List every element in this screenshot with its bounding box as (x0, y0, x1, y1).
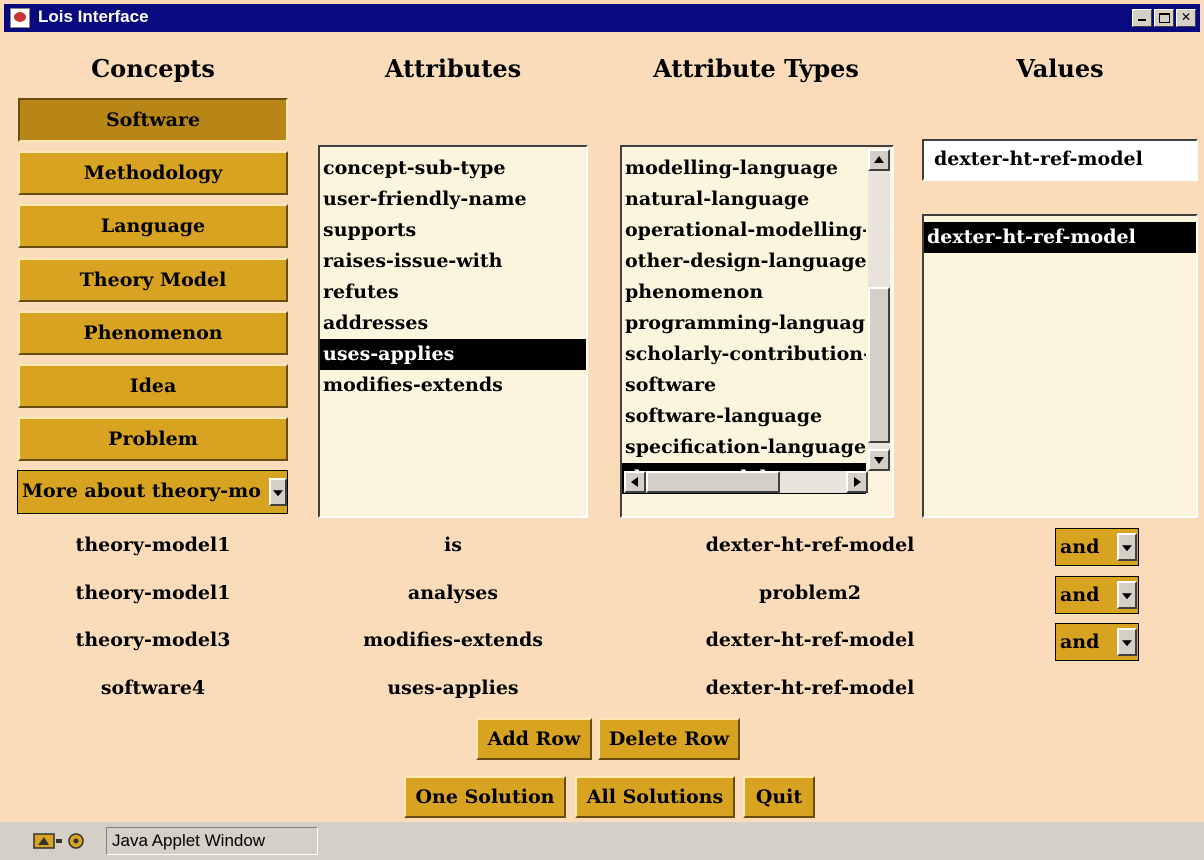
value-list-item[interactable]: dexter-ht-ref-model (924, 222, 1196, 253)
scroll-right-icon[interactable] (846, 471, 868, 493)
minimize-icon (1138, 19, 1146, 21)
maximize-button[interactable] (1154, 9, 1174, 27)
java-applet-icon (10, 8, 30, 28)
more-about-select[interactable]: More about theory-mo (17, 470, 288, 514)
attribute-type-list-item[interactable]: programming-languag (622, 308, 866, 339)
delete-row-button[interactable]: Delete Row (598, 718, 740, 760)
attribute-types-list[interactable]: modelling-language natural-language operat… (620, 145, 894, 518)
concept-button-phenomenon[interactable]: Phenomenon (18, 311, 288, 355)
hscrollbar-thumb[interactable] (646, 471, 780, 493)
concept-button-theory-model[interactable]: Theory Model (18, 258, 288, 302)
attribute-list-item[interactable]: supports (320, 215, 586, 246)
query-concept: theory-model1 (75, 582, 231, 604)
attribute-type-list-item[interactable]: software-language (622, 401, 866, 432)
concept-button-methodology[interactable]: Methodology (18, 151, 288, 195)
attribute-list-item[interactable]: refutes (320, 277, 586, 308)
attribute-type-list-item[interactable]: software (622, 370, 866, 401)
horizontal-scrollbar[interactable] (624, 471, 868, 493)
java-security-icon (33, 833, 84, 849)
connector-select[interactable]: and (1055, 576, 1139, 614)
chevron-down-icon[interactable] (1117, 581, 1137, 609)
value-text-field[interactable]: dexter-ht-ref-model (922, 139, 1198, 181)
status-text: Java Applet Window (106, 827, 318, 855)
attribute-list-item[interactable]: raises-issue-with (320, 246, 586, 277)
close-icon: ✕ (1180, 10, 1192, 24)
values-list[interactable]: dexter-ht-ref-model (922, 214, 1198, 518)
query-value: dexter-ht-ref-model (705, 677, 915, 699)
connector-select[interactable]: and (1055, 528, 1139, 566)
lois-window: Lois Interface ✕ Concepts Attributes Att… (0, 0, 1204, 860)
query-concept: theory-model3 (75, 629, 231, 651)
query-attribute: analyses (407, 582, 499, 604)
status-bar: Java Applet Window (0, 822, 1204, 860)
query-value: dexter-ht-ref-model (705, 629, 915, 651)
concept-button-idea[interactable]: Idea (18, 364, 288, 408)
connector-value: and (1060, 631, 1100, 653)
attribute-type-list-item[interactable]: phenomenon (622, 277, 866, 308)
connector-value: and (1060, 536, 1100, 558)
attribute-type-list-item[interactable]: other-design-language (622, 246, 866, 277)
attribute-list-item[interactable]: user-friendly-name (320, 184, 586, 215)
scrollbar-thumb[interactable] (868, 287, 890, 443)
attribute-list-item[interactable]: modifies-extends (320, 370, 586, 401)
attributes-list[interactable]: concept-sub-type user-friendly-name suppor… (318, 145, 588, 518)
attribute-type-list-item[interactable]: scholarly-contribution- (622, 339, 866, 370)
values-header: Values (1016, 54, 1104, 83)
scroll-up-icon[interactable] (868, 149, 890, 171)
chevron-down-icon[interactable] (1117, 628, 1137, 656)
scroll-down-icon[interactable] (868, 449, 890, 471)
query-value: problem2 (759, 582, 861, 604)
minimize-button[interactable] (1132, 9, 1152, 27)
attribute-list-item[interactable]: concept-sub-type (320, 153, 586, 184)
attribute-types-header: Attribute Types (653, 54, 859, 83)
connector-select[interactable]: and (1055, 623, 1139, 661)
query-attribute: modifies-extends (363, 629, 543, 651)
concept-button-language[interactable]: Language (18, 204, 288, 248)
query-value: dexter-ht-ref-model (705, 534, 915, 556)
chevron-down-icon[interactable] (1117, 533, 1137, 561)
scroll-left-icon[interactable] (624, 471, 646, 493)
attribute-type-list-item[interactable]: natural-language (622, 184, 866, 215)
chevron-down-icon[interactable] (269, 478, 287, 506)
maximize-icon (1158, 13, 1170, 23)
quit-button[interactable]: Quit (743, 776, 815, 818)
concepts-header: Concepts (91, 54, 215, 83)
attribute-list-item[interactable]: addresses (320, 308, 586, 339)
attribute-list-item[interactable]: uses-applies (320, 339, 586, 370)
connector-value: and (1060, 584, 1100, 606)
query-concept: theory-model1 (75, 534, 231, 556)
attribute-type-list-item[interactable]: operational-modelling- (622, 215, 866, 246)
attributes-header: Attributes (384, 54, 522, 83)
more-about-select-value: More about theory-mo (22, 480, 261, 502)
concept-button-software[interactable]: Software (18, 98, 288, 142)
concept-button-problem[interactable]: Problem (18, 417, 288, 461)
vertical-scrollbar[interactable] (868, 149, 890, 471)
attribute-type-list-item[interactable]: specification-language (622, 432, 866, 463)
window-title: Lois Interface (38, 7, 149, 26)
title-bar[interactable]: Lois Interface ✕ (4, 4, 1200, 32)
query-attribute: is (444, 534, 462, 556)
one-solution-button[interactable]: One Solution (404, 776, 566, 818)
query-attribute: uses-applies (387, 677, 519, 699)
close-button[interactable]: ✕ (1176, 9, 1196, 27)
attribute-type-list-item[interactable]: modelling-language (622, 153, 866, 184)
add-row-button[interactable]: Add Row (476, 718, 592, 760)
query-concept: software4 (100, 677, 206, 699)
all-solutions-button[interactable]: All Solutions (575, 776, 735, 818)
